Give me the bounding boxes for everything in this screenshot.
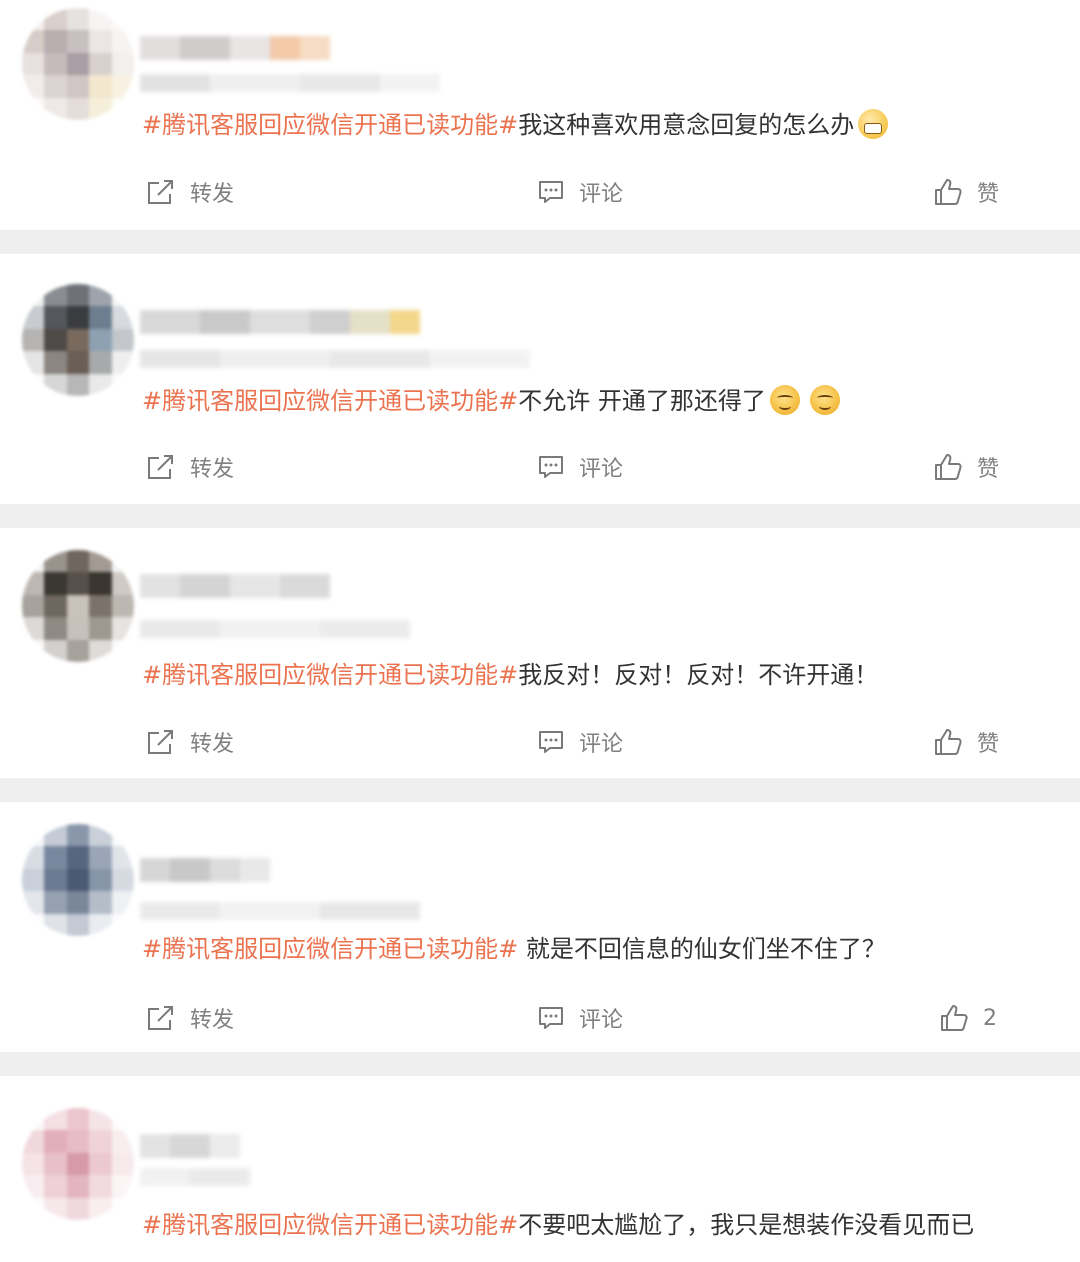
comment-icon <box>539 731 563 753</box>
grin-emoji-icon <box>858 109 889 139</box>
list-item: #腾讯客服回应微信开通已读功能#不允许 开通了那还得了 转发 评论 赞 <box>0 254 1080 504</box>
post-content: #腾讯客服回应微信开通已读功能#不允许 开通了那还得了 <box>142 384 1040 418</box>
comment-feed: #腾讯客服回应微信开通已读功能#我这种喜欢用意念回复的怎么办 转发 评论 赞 #… <box>0 0 1080 1262</box>
like-button[interactable]: 赞 <box>933 722 999 762</box>
like-button[interactable]: 赞 <box>933 172 999 212</box>
list-item: #腾讯客服回应微信开通已读功能# 就是不回信息的仙女们坐不住了？ 转发 评论 2 <box>0 802 1080 1052</box>
comment-label: 评论 <box>579 457 624 482</box>
post-text: 不要吧太尴尬了，我只是想装作没看见而已 <box>518 1211 975 1239</box>
thumbs-up-icon <box>935 179 962 205</box>
repost-icon <box>148 180 173 204</box>
thumbs-up-icon <box>935 729 962 755</box>
username-redacted <box>140 310 420 334</box>
list-item: #腾讯客服回应微信开通已读功能#我这种喜欢用意念回复的怎么办 转发 评论 赞 <box>0 0 1080 230</box>
username-redacted <box>140 1134 240 1158</box>
repost-label: 转发 <box>190 182 235 207</box>
post-text: 就是不回信息的仙女们坐不住了？ <box>518 935 886 963</box>
repost-icon <box>148 730 173 754</box>
username-redacted <box>140 858 270 882</box>
username-redacted <box>140 36 330 60</box>
thumbs-up-icon <box>935 454 962 480</box>
topic-link[interactable]: #腾讯客服回应微信开通已读功能# <box>142 1211 518 1239</box>
comment-button[interactable]: 评论 <box>537 998 623 1038</box>
topic-link[interactable]: #腾讯客服回应微信开通已读功能# <box>142 935 518 963</box>
post-meta-redacted <box>140 1168 250 1186</box>
like-count: 2 <box>983 1005 997 1031</box>
post-text: 我这种喜欢用意念回复的怎么办 <box>518 111 855 139</box>
divider <box>0 1052 1080 1076</box>
thumbs-up-icon <box>941 1005 968 1031</box>
like-button[interactable]: 赞 <box>933 447 999 487</box>
like-label: 赞 <box>977 732 1000 757</box>
post-meta-redacted <box>140 74 440 92</box>
topic-link[interactable]: #腾讯客服回应微信开通已读功能# <box>142 111 518 139</box>
repost-label: 转发 <box>190 457 235 482</box>
comment-button[interactable]: 评论 <box>537 722 623 762</box>
action-bar: 转发 评论 赞 <box>0 447 1080 487</box>
comment-icon <box>539 456 563 478</box>
divider <box>0 230 1080 254</box>
topic-link[interactable]: #腾讯客服回应微信开通已读功能# <box>142 387 518 415</box>
list-item: #腾讯客服回应微信开通已读功能#不要吧太尴尬了，我只是想装作没看见而已 <box>0 1076 1080 1262</box>
post-content: #腾讯客服回应微信开通已读功能# 就是不回信息的仙女们坐不住了？ <box>142 932 1040 966</box>
repost-button[interactable]: 转发 <box>146 722 234 762</box>
avatar[interactable] <box>22 8 134 120</box>
repost-icon <box>148 1006 173 1030</box>
action-bar: 转发 评论 赞 <box>0 722 1080 762</box>
comment-icon <box>539 1007 563 1029</box>
avatar[interactable] <box>22 284 134 396</box>
smug-emoji-icon <box>809 385 840 415</box>
post-meta-redacted <box>140 902 420 920</box>
post-content: #腾讯客服回应微信开通已读功能#我这种喜欢用意念回复的怎么办 <box>142 108 1040 142</box>
like-label: 赞 <box>977 457 1000 482</box>
divider <box>0 778 1080 802</box>
topic-link[interactable]: #腾讯客服回应微信开通已读功能# <box>142 661 518 689</box>
post-meta-redacted <box>140 620 410 638</box>
smug-emoji-icon <box>769 385 800 415</box>
username-redacted <box>140 574 330 598</box>
post-text: 不允许 开通了那还得了 <box>518 387 766 415</box>
comment-label: 评论 <box>579 1008 624 1033</box>
comment-button[interactable]: 评论 <box>537 447 623 487</box>
comment-label: 评论 <box>579 182 624 207</box>
post-content: #腾讯客服回应微信开通已读功能#不要吧太尴尬了，我只是想装作没看见而已 <box>142 1208 1040 1242</box>
divider <box>0 504 1080 528</box>
comment-label: 评论 <box>579 732 624 757</box>
post-meta-redacted <box>140 350 530 368</box>
repost-button[interactable]: 转发 <box>146 172 234 212</box>
repost-button[interactable]: 转发 <box>146 998 234 1038</box>
repost-button[interactable]: 转发 <box>146 447 234 487</box>
action-bar: 转发 评论 2 <box>0 998 1080 1038</box>
post-content: #腾讯客服回应微信开通已读功能#我反对！反对！反对！不许开通！ <box>142 658 1040 692</box>
list-item: #腾讯客服回应微信开通已读功能#我反对！反对！反对！不许开通！ 转发 评论 赞 <box>0 528 1080 778</box>
comment-button[interactable]: 评论 <box>537 172 623 212</box>
avatar[interactable] <box>22 1108 134 1220</box>
repost-label: 转发 <box>190 732 235 757</box>
repost-label: 转发 <box>190 1008 235 1033</box>
like-button[interactable]: 2 <box>939 998 997 1038</box>
avatar[interactable] <box>22 824 134 936</box>
action-bar: 转发 评论 赞 <box>0 172 1080 212</box>
repost-icon <box>148 455 173 479</box>
post-text: 我反对！反对！反对！不许开通！ <box>518 661 879 689</box>
comment-icon <box>539 181 563 203</box>
like-label: 赞 <box>977 182 1000 207</box>
avatar[interactable] <box>22 550 134 662</box>
